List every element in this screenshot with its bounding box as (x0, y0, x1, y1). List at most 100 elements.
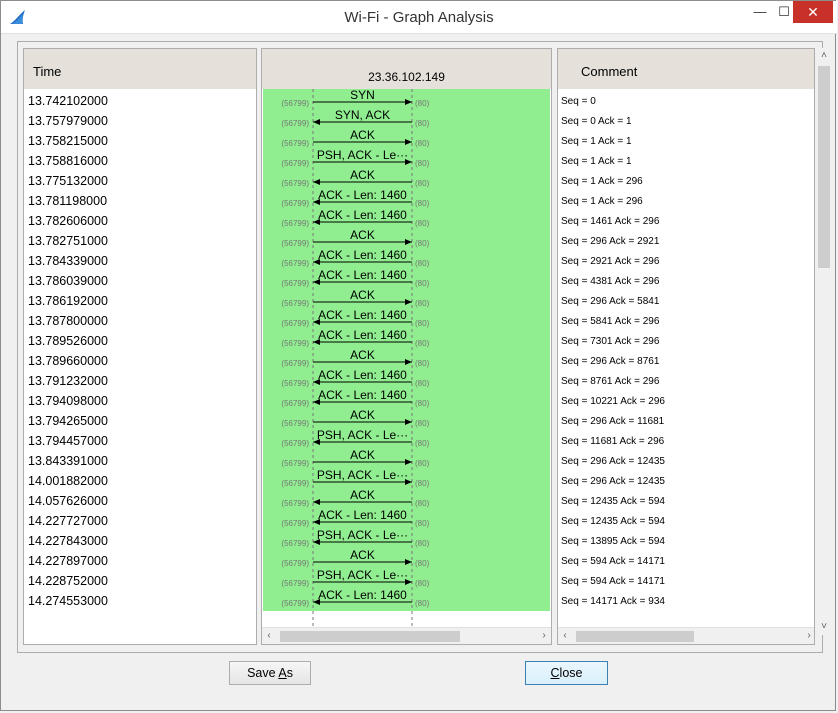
time-row[interactable]: 13.757979000 (24, 111, 256, 131)
right-port-label: (80) (415, 239, 430, 248)
scroll-up-icon[interactable]: ˄ (815, 48, 833, 64)
comment-row[interactable]: Seq = 1 Ack = 296 (558, 172, 814, 192)
comment-row[interactable]: Seq = 14171 Ack = 934 (558, 592, 814, 612)
comment-row[interactable]: Seq = 296 Ack = 12435 (558, 452, 814, 472)
comment-hscrollbar[interactable]: ‹ › (558, 627, 814, 644)
comment-row[interactable]: Seq = 1 Ack = 1 (558, 152, 814, 172)
comment-row[interactable]: Seq = 594 Ack = 14171 (558, 552, 814, 572)
flow-label: ACK - Len: 1460 (318, 508, 407, 522)
flow-label: ACK - Len: 1460 (318, 588, 407, 602)
time-row[interactable]: 13.789526000 (24, 331, 256, 351)
save-as-button[interactable]: Save As (229, 661, 311, 685)
time-row[interactable]: 13.775132000 (24, 171, 256, 191)
right-port-label: (80) (415, 339, 430, 348)
right-port-label: (80) (415, 199, 430, 208)
flow-label: ACK (350, 128, 375, 142)
comment-row[interactable]: Seq = 296 Ack = 5841 (558, 292, 814, 312)
flow-graph-frame: Time 13.742102000 13.757979000 13.75821500… (17, 41, 833, 653)
comment-row[interactable]: Seq = 594 Ack = 14171 (558, 572, 814, 592)
close-button[interactable]: Close (525, 661, 608, 685)
right-port-label: (80) (415, 519, 430, 528)
comment-row[interactable]: Seq = 1461 Ack = 296 (558, 212, 814, 232)
time-row[interactable]: 13.794457000 (24, 431, 256, 451)
time-pane[interactable]: Time 13.742102000 13.757979000 13.75821500… (23, 48, 257, 645)
scroll-right-icon[interactable]: › (537, 628, 551, 644)
time-row[interactable]: 13.784339000 (24, 251, 256, 271)
flow-label: ACK (350, 288, 375, 302)
comment-pane[interactable]: Comment Seq = 0 Seq = 0 Ack = 1 Seq = 1 Ac… (557, 48, 815, 645)
time-row[interactable]: 13.789660000 (24, 351, 256, 371)
time-row[interactable]: 13.786039000 (24, 271, 256, 291)
time-row[interactable]: 13.781198000 (24, 191, 256, 211)
time-row[interactable]: 13.787800000 (24, 311, 256, 331)
time-row[interactable]: 13.758215000 (24, 131, 256, 151)
time-row[interactable]: 14.227727000 (24, 511, 256, 531)
comment-row[interactable]: Seq = 11681 Ack = 296 (558, 432, 814, 452)
right-port-label: (80) (415, 179, 430, 188)
save-as-label-suffix: s (286, 666, 293, 680)
flow-label: ACK (350, 488, 375, 502)
comment-row[interactable]: Seq = 0 (558, 92, 814, 112)
left-port-label: (56799) (281, 439, 309, 448)
left-port-label: (56799) (281, 459, 309, 468)
flow-label: ACK - Len: 1460 (318, 308, 407, 322)
graph-hscroll-thumb[interactable] (280, 631, 460, 642)
right-port-label: (80) (415, 399, 430, 408)
comment-header: Comment (558, 49, 814, 89)
comment-row[interactable]: Seq = 1 Ack = 296 (558, 192, 814, 212)
time-row[interactable]: 13.786192000 (24, 291, 256, 311)
comment-list: Seq = 0 Seq = 0 Ack = 1 Seq = 1 Ack = 1 Seq… (558, 92, 814, 612)
window-title: Wi-Fi - Graph Analysis (344, 9, 494, 26)
comment-row[interactable]: Seq = 0 Ack = 1 (558, 112, 814, 132)
flow-label: ACK - Len: 1460 (318, 388, 407, 402)
time-row[interactable]: 13.758816000 (24, 151, 256, 171)
comment-row[interactable]: Seq = 8761 Ack = 296 (558, 372, 814, 392)
comment-row[interactable]: Seq = 10221 Ack = 296 (558, 392, 814, 412)
scroll-left-icon[interactable]: ‹ (558, 628, 572, 644)
flow-graph[interactable]: SYN (56799) (80) SYN, ACK (56799) (80) ACK (567… (262, 89, 551, 629)
flow-label: PSH, ACK - Le··· (317, 528, 408, 542)
time-row[interactable]: 14.227843000 (24, 531, 256, 551)
time-row[interactable]: 13.791232000 (24, 371, 256, 391)
scroll-down-icon[interactable]: ˅ (815, 619, 833, 635)
time-row[interactable]: 13.843391000 (24, 451, 256, 471)
comment-row[interactable]: Seq = 296 Ack = 2921 (558, 232, 814, 252)
comment-hscroll-thumb[interactable] (576, 631, 694, 642)
graph-hscrollbar[interactable]: ‹ › (262, 627, 551, 644)
left-port-label: (56799) (281, 299, 309, 308)
time-row[interactable]: 14.227897000 (24, 551, 256, 571)
comment-row[interactable]: Seq = 4381 Ack = 296 (558, 272, 814, 292)
time-row[interactable]: 14.001882000 (24, 471, 256, 491)
comment-row[interactable]: Seq = 2921 Ack = 296 (558, 252, 814, 272)
time-row[interactable]: 13.782606000 (24, 211, 256, 231)
time-row[interactable]: 14.228752000 (24, 571, 256, 591)
left-port-label: (56799) (281, 199, 309, 208)
scroll-left-icon[interactable]: ‹ (262, 628, 276, 644)
scroll-right-icon[interactable]: › (802, 628, 814, 644)
time-row[interactable]: 13.782751000 (24, 231, 256, 251)
time-row[interactable]: 13.794098000 (24, 391, 256, 411)
right-port-label: (80) (415, 359, 430, 368)
window-close-button[interactable]: ✕ (793, 1, 833, 23)
left-port-label: (56799) (281, 319, 309, 328)
comment-row[interactable]: Seq = 12435 Ack = 594 (558, 512, 814, 532)
comment-row[interactable]: Seq = 13895 Ack = 594 (558, 532, 814, 552)
vscroll-thumb[interactable] (818, 66, 830, 268)
flow-label: ACK - Len: 1460 (318, 188, 407, 202)
vertical-scrollbar[interactable]: ˄ ˅ (815, 48, 833, 635)
flow-label: ACK (350, 228, 375, 242)
comment-row[interactable]: Seq = 5841 Ack = 296 (558, 312, 814, 332)
time-row[interactable]: 14.274553000 (24, 591, 256, 611)
left-port-label: (56799) (281, 479, 309, 488)
time-row[interactable]: 14.057626000 (24, 491, 256, 511)
time-row[interactable]: 13.742102000 (24, 91, 256, 111)
comment-row[interactable]: Seq = 12435 Ack = 594 (558, 492, 814, 512)
comment-row[interactable]: Seq = 296 Ack = 12435 (558, 472, 814, 492)
right-port-label: (80) (415, 499, 430, 508)
comment-row[interactable]: Seq = 1 Ack = 1 (558, 132, 814, 152)
graph-pane[interactable]: 23.36.102.149 SYN (56799) (80) SYN, ACK (567… (261, 48, 552, 645)
comment-row[interactable]: Seq = 296 Ack = 8761 (558, 352, 814, 372)
comment-row[interactable]: Seq = 296 Ack = 11681 (558, 412, 814, 432)
comment-row[interactable]: Seq = 7301 Ack = 296 (558, 332, 814, 352)
time-row[interactable]: 13.794265000 (24, 411, 256, 431)
